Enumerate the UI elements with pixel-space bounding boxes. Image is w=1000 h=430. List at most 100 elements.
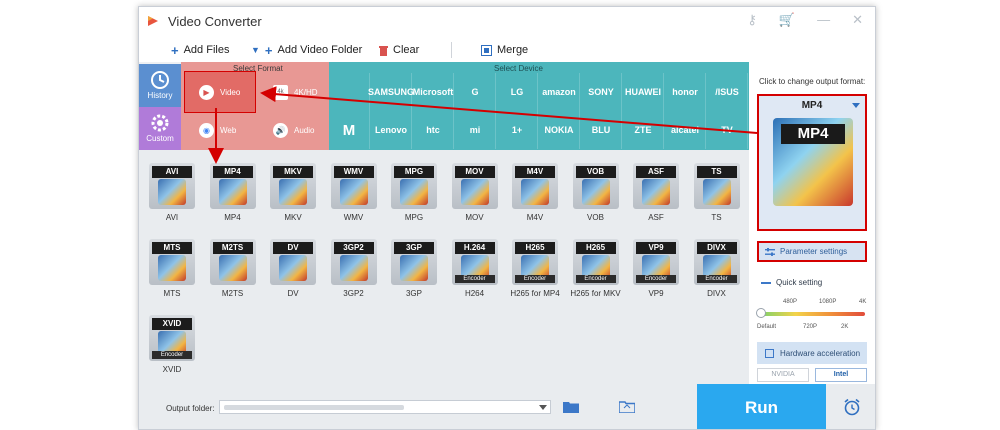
device-amazon[interactable]: amazon xyxy=(539,73,580,111)
film-art-icon xyxy=(581,179,610,205)
format-category-web[interactable]: ◉ Web xyxy=(185,110,255,150)
toolbar: + Add Files ▼ + Add Video Folder Clear M… xyxy=(139,37,875,63)
intel-option[interactable]: Intel xyxy=(815,368,867,382)
format-vob[interactable]: VOB VOB xyxy=(569,160,623,227)
change-format-hint: Click to change output format: xyxy=(759,77,866,86)
output-folder-dropdown-icon[interactable] xyxy=(539,405,547,410)
hardware-acceleration-checkbox[interactable] xyxy=(765,348,774,358)
format-tag: MP4 xyxy=(212,166,253,178)
device-alcatel[interactable]: alcatel xyxy=(665,111,706,149)
open-folder-icon[interactable] xyxy=(619,400,635,413)
device-apple[interactable] xyxy=(329,73,370,111)
format-tag: 3GP xyxy=(394,242,434,254)
format-asf[interactable]: ASF ASF xyxy=(629,160,683,227)
format-wmv[interactable]: WMV WMV xyxy=(327,160,381,227)
quality-slider-track[interactable] xyxy=(761,312,865,316)
minimize-icon[interactable]: — xyxy=(817,12,830,28)
film-art-icon xyxy=(702,179,731,205)
plus-icon: + xyxy=(264,42,273,58)
merge-button[interactable]: Merge xyxy=(481,44,528,56)
format-category-video[interactable]: ▶ Video xyxy=(184,71,256,113)
encoder-tag: Encoder xyxy=(696,275,737,283)
output-folder-label: Output folder: xyxy=(166,404,215,413)
parameter-settings-button[interactable]: Parameter settings xyxy=(757,241,867,262)
select-format-zone: Select Format ▶ Video 4k 4K/HD ◉ Web 🔊 A… xyxy=(181,62,329,150)
close-icon[interactable]: ✕ xyxy=(852,12,863,28)
format-h264[interactable]: H.264 Encoder H264 xyxy=(448,236,502,303)
format-3gp2[interactable]: 3GP2 3GP2 xyxy=(327,236,381,303)
format-m2ts[interactable]: M2TS M2TS xyxy=(206,236,260,303)
custom-button[interactable]: Custom xyxy=(139,107,181,150)
format-icon: H265 Encoder xyxy=(512,239,558,285)
format-icon: TS xyxy=(693,163,740,209)
device-lenovo[interactable]: Lenovo xyxy=(371,111,412,149)
device-samsung[interactable]: SAMSUNG xyxy=(368,73,414,111)
format-vp9[interactable]: VP9 Encoder VP9 xyxy=(629,236,683,303)
history-button[interactable]: History xyxy=(139,64,181,107)
format-mkv[interactable]: MKV MKV xyxy=(266,160,320,227)
format-icon: WMV xyxy=(330,163,377,209)
format-mov[interactable]: MOV MOV xyxy=(448,160,502,227)
device-sony[interactable]: SONY xyxy=(581,73,622,111)
bottom-bar: Output folder: Run xyxy=(139,384,875,429)
device--isus[interactable]: /ISUS xyxy=(707,73,748,111)
add-files-label: Add Files xyxy=(183,44,230,56)
device-mi[interactable]: mi xyxy=(455,111,496,149)
format-tag: VP9 xyxy=(636,242,676,254)
custom-label: Custom xyxy=(146,134,174,143)
format-ts[interactable]: TS TS xyxy=(690,160,744,227)
run-label: Run xyxy=(744,397,779,417)
output-format-selector[interactable]: MP4 MP4 xyxy=(757,94,867,231)
nvidia-option[interactable]: NVIDIA xyxy=(757,368,809,382)
device-lg[interactable]: LG xyxy=(497,73,538,111)
format-mts[interactable]: MTS MTS xyxy=(145,236,199,303)
format-avi[interactable]: AVI AVI xyxy=(145,160,199,227)
add-video-folder-button[interactable]: ▼ + Add Video Folder xyxy=(251,43,362,58)
chrome-icon: ◉ xyxy=(199,122,214,138)
format-h265-for-mp4[interactable]: H265 Encoder H265 for MP4 xyxy=(508,236,562,303)
format-device-band: History Custom Select Format ▶ Video 4k … xyxy=(139,62,749,150)
film-art-icon xyxy=(400,255,428,281)
alarm-clock-icon[interactable] xyxy=(843,398,861,416)
clear-button[interactable]: Clear xyxy=(379,44,419,56)
output-folder-input[interactable] xyxy=(219,400,551,414)
encoder-tag: Encoder xyxy=(515,275,555,283)
key-icon[interactable]: ⚷ xyxy=(747,12,757,28)
video-converter-window: Video Converter ⚷ 🛒 — ✕ + Add Files ▼ + … xyxy=(138,6,876,430)
dropdown-icon: ▼ xyxy=(251,45,260,55)
cart-icon[interactable]: 🛒 xyxy=(779,12,795,28)
plus-icon: + xyxy=(171,42,179,58)
add-files-button[interactable]: + Add Files xyxy=(171,43,229,58)
format-h265-for-mkv[interactable]: H265 Encoder H265 for MKV xyxy=(569,236,623,303)
4khd-label: 4K/HD xyxy=(294,87,318,97)
device-tv[interactable]: TV xyxy=(707,111,748,149)
device-blu[interactable]: BLU xyxy=(581,111,622,149)
device-microsoft[interactable]: Microsoft xyxy=(413,73,454,111)
format-divx[interactable]: DIVX Encoder DIVX xyxy=(690,236,744,303)
device-g[interactable]: G xyxy=(455,73,496,111)
format-3gp[interactable]: 3GP 3GP xyxy=(387,236,441,303)
quality-slider-knob[interactable] xyxy=(756,308,766,318)
device-motorola[interactable]: M xyxy=(329,111,370,149)
device-huawei[interactable]: HUAWEI xyxy=(623,73,664,111)
run-button[interactable]: Run xyxy=(697,384,826,429)
device-htc[interactable]: htc xyxy=(413,111,454,149)
format-dv[interactable]: DV DV xyxy=(266,236,320,303)
sliders-icon xyxy=(765,247,775,256)
format-xvid[interactable]: XVID Encoder XVID xyxy=(145,312,199,379)
hardware-acceleration-toggle[interactable]: Hardware acceleration xyxy=(757,342,867,364)
format-name: ASF xyxy=(648,213,664,222)
device-nokia[interactable]: NOKIA xyxy=(539,111,580,149)
format-m4v[interactable]: M4V M4V xyxy=(508,160,562,227)
browse-folder-icon[interactable] xyxy=(563,400,579,413)
device-1-[interactable]: 1+ xyxy=(497,111,538,149)
format-name: M2TS xyxy=(221,289,244,298)
device-honor[interactable]: honor xyxy=(665,73,706,111)
merge-icon xyxy=(481,44,492,56)
format-category-audio[interactable]: 🔊 Audio xyxy=(259,110,329,150)
format-mpg[interactable]: MPG MPG xyxy=(387,160,441,227)
device-zte[interactable]: ZTE xyxy=(623,111,664,149)
format-icon: XVID Encoder xyxy=(149,315,195,361)
format-mp4[interactable]: MP4 MP4 xyxy=(206,160,260,227)
format-category-4khd[interactable]: 4k 4K/HD xyxy=(259,72,329,112)
